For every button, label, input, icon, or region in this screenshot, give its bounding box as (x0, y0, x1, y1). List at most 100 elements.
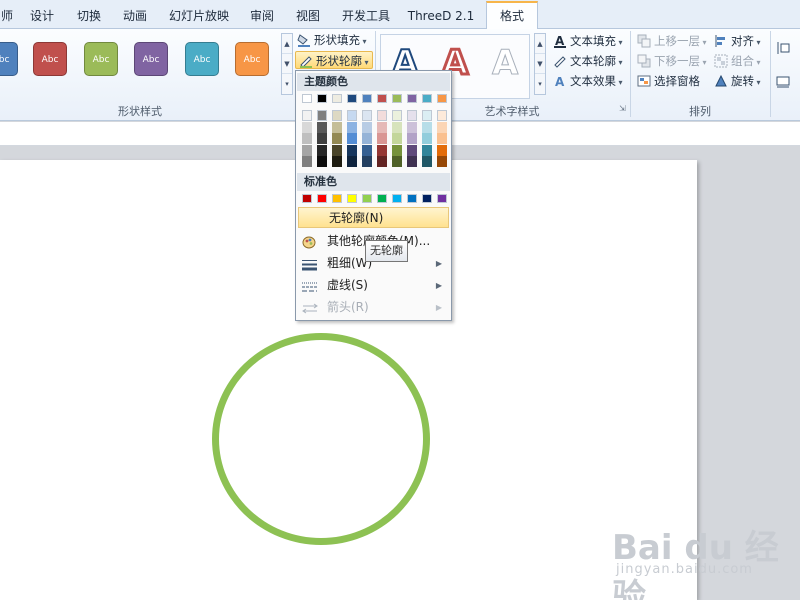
theme-color-swatch[interactable] (392, 94, 402, 103)
selection-pane-button[interactable]: 选择窗格 (637, 72, 700, 90)
theme-color-shade-swatch[interactable] (392, 110, 402, 121)
theme-color-shade-swatch[interactable] (422, 156, 432, 167)
shape-fill-button[interactable]: 形状填充 ▾ (297, 31, 367, 49)
circle-shape[interactable] (212, 333, 430, 545)
shape-style-blue[interactable]: Abc (0, 42, 18, 76)
gallery-more-icon[interactable]: ▾ (535, 74, 545, 94)
theme-color-shade-swatch[interactable] (347, 133, 357, 144)
theme-color-shade-swatch[interactable] (317, 121, 327, 133)
scroll-down-icon[interactable]: ▼ (535, 54, 545, 74)
tab-transitions[interactable]: 切换 (70, 4, 108, 29)
standard-color-swatch[interactable] (392, 194, 402, 203)
theme-color-shade-swatch[interactable] (347, 121, 357, 133)
theme-color-shade-swatch[interactable] (317, 110, 327, 121)
standard-color-swatch[interactable] (422, 194, 432, 203)
tab-animations[interactable]: 动画 (116, 4, 154, 29)
standard-color-swatch[interactable] (302, 194, 312, 203)
theme-color-shade-swatch[interactable] (362, 121, 372, 133)
tab-slideshow[interactable]: 幻灯片放映 (164, 4, 234, 29)
theme-color-shade-swatch[interactable] (377, 156, 387, 167)
theme-color-shade-swatch[interactable] (422, 110, 432, 121)
theme-color-swatch[interactable] (407, 94, 417, 103)
theme-color-swatch[interactable] (347, 94, 357, 103)
tab-design[interactable]: 设计 (22, 4, 62, 29)
shape-style-aqua[interactable]: Abc (185, 42, 219, 76)
standard-color-swatch[interactable] (377, 194, 387, 203)
theme-color-shade-swatch[interactable] (302, 133, 312, 144)
shape-outline-button[interactable]: 形状轮廓 ▾ (295, 51, 373, 69)
scroll-down-icon[interactable]: ▼ (282, 54, 292, 74)
rotate-button[interactable]: 旋转 ▾ (714, 72, 761, 90)
theme-color-shade-swatch[interactable] (392, 156, 402, 167)
tab-developer[interactable]: 开发工具 (336, 4, 396, 29)
tab-format[interactable]: 格式 (486, 1, 538, 30)
theme-color-shade-swatch[interactable] (407, 144, 417, 156)
text-outline-button[interactable]: 文本轮廓 ▾ (553, 52, 623, 70)
theme-color-shade-swatch[interactable] (422, 133, 432, 144)
standard-color-swatch[interactable] (407, 194, 417, 203)
shape-style-gallery-scroll[interactable]: ▲ ▼ ▾ (281, 33, 293, 95)
standard-color-swatch[interactable] (347, 194, 357, 203)
standard-color-swatch[interactable] (317, 194, 327, 203)
theme-color-shade-swatch[interactable] (437, 144, 447, 156)
theme-color-shade-swatch[interactable] (302, 110, 312, 121)
theme-color-shade-swatch[interactable] (362, 156, 372, 167)
theme-color-swatch[interactable] (362, 94, 372, 103)
theme-color-shade-swatch[interactable] (317, 144, 327, 156)
theme-color-swatch[interactable] (437, 94, 447, 103)
text-fill-button[interactable]: A 文本填充 ▾ (553, 32, 623, 50)
wordart-style-gray[interactable]: A (491, 43, 518, 84)
theme-color-shade-swatch[interactable] (392, 121, 402, 133)
theme-color-shade-swatch[interactable] (332, 133, 342, 144)
theme-color-shade-swatch[interactable] (362, 133, 372, 144)
theme-color-swatch[interactable] (377, 94, 387, 103)
tab-view[interactable]: 视图 (290, 4, 326, 29)
scroll-up-icon[interactable]: ▲ (535, 34, 545, 54)
theme-color-shade-swatch[interactable] (407, 110, 417, 121)
wordart-gallery-scroll[interactable]: ▲ ▼ ▾ (534, 33, 546, 95)
text-effect-button[interactable]: A 文本效果 ▾ (553, 72, 623, 90)
shape-style-green[interactable]: Abc (84, 42, 118, 76)
bring-forward-button[interactable]: 上移一层 ▾ (637, 32, 707, 50)
tab-design-partial[interactable]: 师 (0, 4, 18, 29)
theme-color-shade-swatch[interactable] (407, 133, 417, 144)
theme-color-shade-swatch[interactable] (422, 121, 432, 133)
theme-color-shade-swatch[interactable] (407, 156, 417, 167)
theme-color-shade-swatch[interactable] (362, 110, 372, 121)
theme-color-shade-swatch[interactable] (377, 133, 387, 144)
theme-color-shade-swatch[interactable] (362, 144, 372, 156)
theme-color-swatch[interactable] (422, 94, 432, 103)
shape-style-red[interactable]: Abc (33, 42, 67, 76)
theme-color-shade-swatch[interactable] (302, 121, 312, 133)
theme-color-shade-swatch[interactable] (437, 121, 447, 133)
theme-color-shade-swatch[interactable] (437, 110, 447, 121)
dialog-launcher-icon[interactable]: ⇲ (619, 104, 626, 113)
theme-color-shade-swatch[interactable] (437, 133, 447, 144)
theme-color-shade-swatch[interactable] (392, 144, 402, 156)
dashes-item[interactable]: 虚线(S) ▶ (297, 275, 450, 296)
theme-color-swatch[interactable] (317, 94, 327, 103)
size-height-icon[interactable] (776, 41, 790, 55)
standard-color-swatch[interactable] (362, 194, 372, 203)
theme-color-shade-swatch[interactable] (377, 121, 387, 133)
theme-color-shade-swatch[interactable] (347, 156, 357, 167)
theme-color-shade-swatch[interactable] (392, 133, 402, 144)
theme-color-shade-swatch[interactable] (407, 121, 417, 133)
theme-color-shade-swatch[interactable] (302, 156, 312, 167)
shape-style-purple[interactable]: Abc (134, 42, 168, 76)
theme-color-shade-swatch[interactable] (302, 144, 312, 156)
theme-color-shade-swatch[interactable] (317, 133, 327, 144)
theme-color-shade-swatch[interactable] (422, 144, 432, 156)
scroll-up-icon[interactable]: ▲ (282, 34, 292, 54)
send-backward-button[interactable]: 下移一层 ▾ (637, 52, 707, 70)
theme-color-shade-swatch[interactable] (347, 110, 357, 121)
arrows-item[interactable]: 箭头(R) ▶ (297, 297, 450, 318)
theme-color-swatch[interactable] (302, 94, 312, 103)
theme-color-shade-swatch[interactable] (377, 144, 387, 156)
theme-color-shade-swatch[interactable] (332, 121, 342, 133)
standard-color-swatch[interactable] (332, 194, 342, 203)
group-button[interactable]: 组合 ▾ (714, 52, 761, 70)
theme-color-shade-swatch[interactable] (377, 110, 387, 121)
shape-style-orange[interactable]: Abc (235, 42, 269, 76)
theme-color-shade-swatch[interactable] (317, 156, 327, 167)
